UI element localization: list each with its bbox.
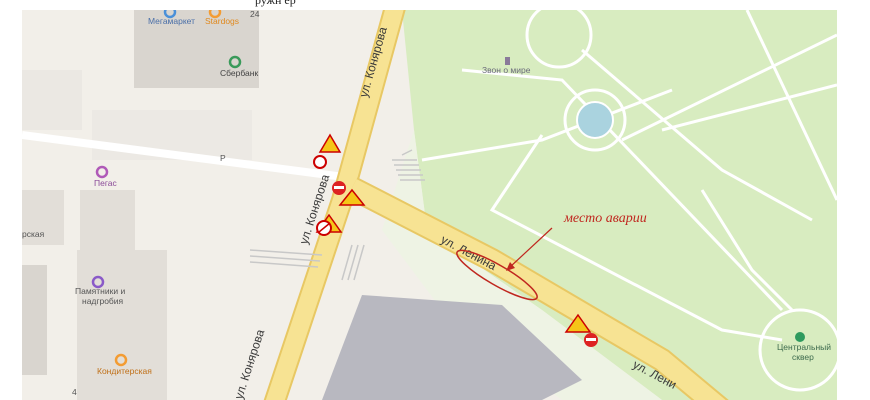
stop-sign-bar — [334, 186, 344, 189]
poi-label-zvon: Звон о мире — [482, 65, 531, 75]
stop-sign-bar — [586, 338, 596, 341]
fragment-label: 24 — [250, 10, 260, 19]
fountain-pond — [576, 101, 614, 139]
poi-label-megamarket: Мегамаркет — [148, 16, 195, 26]
park-icon[interactable] — [795, 332, 805, 342]
fragment-label: 4 — [72, 387, 77, 397]
building-block — [77, 250, 167, 400]
fragment-label: Р — [220, 153, 226, 163]
building-block — [22, 265, 47, 375]
map-svg[interactable]: Мегамаркет Stardogs Сбербанк Пегас Памят… — [22, 10, 837, 400]
no-entry-sign-icon — [313, 155, 327, 169]
poi-label-stardogs: Stardogs — [205, 16, 239, 26]
poi-label-skver-2: сквер — [792, 352, 814, 362]
poi-label-skver-1: Центральный — [777, 342, 831, 352]
poi-label-pamyatniki-1: Памятники и — [75, 286, 125, 296]
accident-label: место аварии — [563, 211, 647, 226]
fragment-label: рская — [22, 229, 45, 239]
building-block — [22, 70, 82, 130]
page-top-text: ружн ер — [255, 0, 296, 7]
poi-label-sberbank: Сбербанк — [220, 68, 258, 78]
monument-icon[interactable] — [505, 57, 510, 65]
poi-label-pamyatniki-2: надгробия — [82, 296, 124, 306]
map-area[interactable]: Мегамаркет Stardogs Сбербанк Пегас Памят… — [22, 10, 837, 400]
poi-label-konditerskaya: Кондитерская — [97, 366, 152, 376]
poi-label-pegas: Пегас — [94, 178, 117, 188]
